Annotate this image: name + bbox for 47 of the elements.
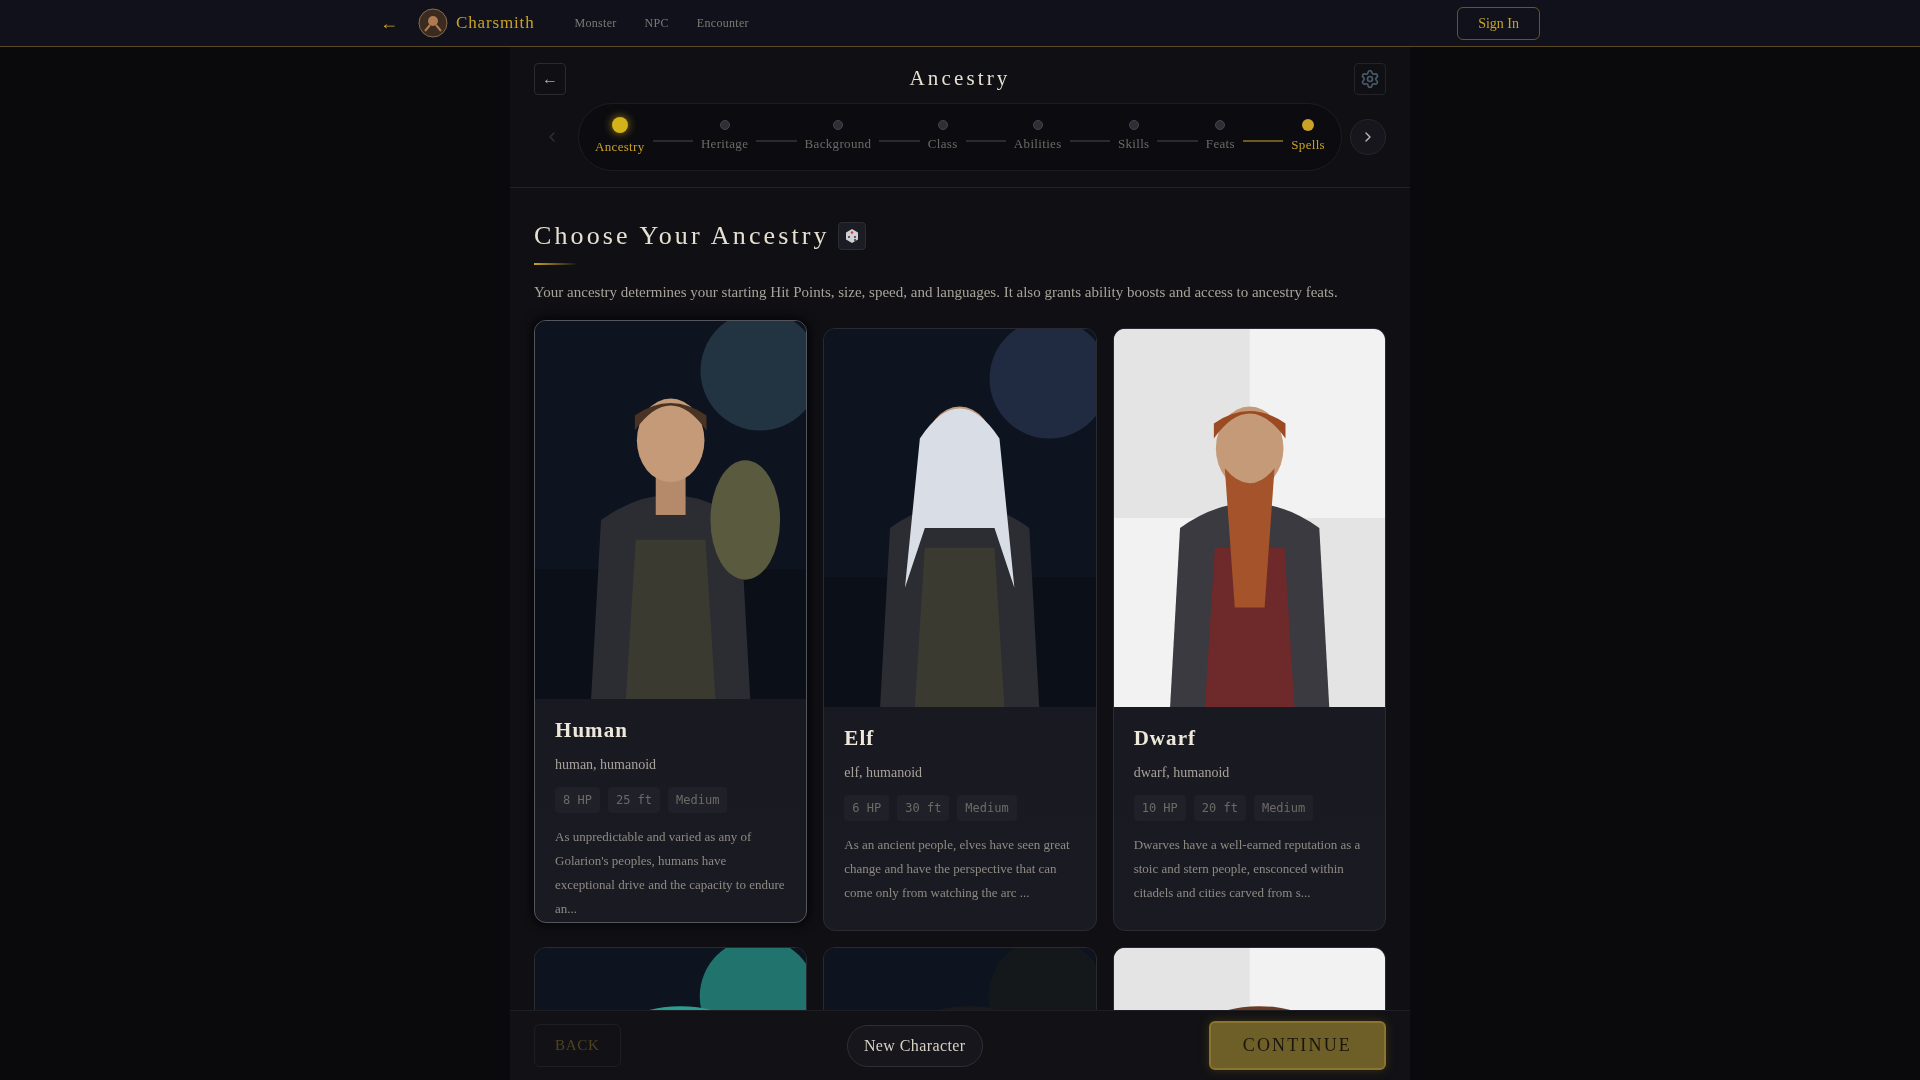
stat-tag: 6 HP bbox=[844, 795, 890, 821]
back-button[interactable]: ← bbox=[534, 63, 566, 95]
settings-button[interactable] bbox=[1354, 63, 1386, 95]
stat-tag: 8 HP bbox=[555, 787, 600, 813]
card-title: Human bbox=[555, 716, 629, 744]
stat-tag: Medium bbox=[957, 795, 1017, 821]
card-title: Dwarf bbox=[1133, 724, 1198, 752]
stat-tag: Medium bbox=[668, 787, 728, 813]
stat-tag: 30 ft bbox=[897, 795, 950, 821]
stat-tag: 25 ft bbox=[607, 787, 661, 813]
sign-in-button[interactable]: Sign In bbox=[1457, 6, 1540, 40]
step-tab[interactable]: Spells bbox=[1291, 119, 1325, 155]
scroll-right-button[interactable] bbox=[1350, 119, 1386, 155]
nav-link[interactable]: Encounter bbox=[696, 14, 749, 32]
new-character-button[interactable]: New Character bbox=[846, 1024, 983, 1067]
ancestry-card[interactable]: Human human, humanoid 8 HP 25 ft Medium As unpredictable and varied as any of Golarion's peoples, humans have exceptional drive and the capacity to endure an... bbox=[534, 319, 808, 923]
stat-tag: 20 ft bbox=[1193, 795, 1246, 821]
card-traits: elf, humanoid bbox=[844, 764, 924, 782]
nav-link[interactable]: Monster bbox=[574, 14, 617, 32]
card-title: Elf bbox=[844, 724, 876, 752]
step-tab[interactable]: Class bbox=[927, 120, 958, 154]
continue-button[interactable]: CONTINUE bbox=[1208, 1021, 1386, 1070]
logo-icon bbox=[418, 8, 448, 38]
stat-tag: Medium bbox=[1253, 795, 1314, 821]
section-title: Choose Your Ancestry bbox=[534, 220, 830, 252]
step-tab[interactable]: Heritage bbox=[700, 120, 749, 154]
brand-name: Charsmith bbox=[456, 12, 535, 35]
settings-icon bbox=[1360, 69, 1380, 89]
step-tab[interactable]: Abilities bbox=[1013, 120, 1062, 154]
step-tab[interactable]: Background bbox=[804, 120, 872, 154]
section-description: Your ancestry determines your starting Hit Points, size, speed, and languages. It also grants ability boosts and access to ancestry feats. bbox=[534, 283, 1339, 302]
page-title: Ancestry bbox=[909, 65, 1011, 93]
card-description: As unpredictable and varied as any of Golarion's peoples, humans have exceptional drive and the capacity to endure an... bbox=[555, 828, 786, 918]
card-description: As an ancient people, elves have seen great change and have the perspective that can come only from watching the arc ... bbox=[844, 836, 1071, 902]
card-traits: human, humanoid bbox=[555, 756, 658, 774]
step-tab[interactable]: Skills bbox=[1117, 120, 1150, 154]
random-button[interactable] bbox=[837, 221, 866, 250]
ancestry-card[interactable]: Elf elf, humanoid 6 HP 30 ft Medium As an ancient people, elves have seen great change and have the perspective that can come only from watching the arc ... bbox=[823, 327, 1097, 931]
nav-link[interactable]: NPC bbox=[644, 14, 669, 32]
dice-icon bbox=[843, 227, 860, 244]
stat-tag: 10 HP bbox=[1133, 795, 1186, 821]
step-tab[interactable]: Feats bbox=[1205, 120, 1235, 154]
ancestry-card[interactable]: Dwarf dwarf, humanoid 10 HP 20 ft Medium Dwarves have a well-earned reputation as a stoic and stern people, ensconced within citadels and cities carved from s... bbox=[1112, 327, 1386, 931]
back-button[interactable]: ← bbox=[380, 9, 398, 37]
step-tab[interactable]: Ancestry bbox=[595, 117, 645, 157]
card-description: Dwarves have a well-earned reputation as a stoic and stern people, ensconced within citadels and cities carved from s... bbox=[1133, 836, 1362, 902]
card-traits: dwarf, humanoid bbox=[1133, 764, 1231, 782]
